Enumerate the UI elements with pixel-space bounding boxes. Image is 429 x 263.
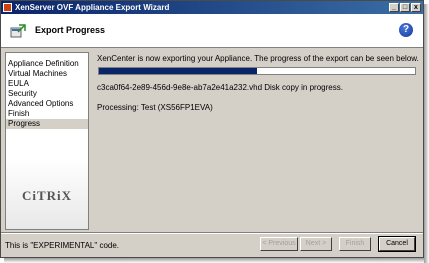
- step-virtual-machines: Virtual Machines: [8, 69, 67, 78]
- window-shadow-right: [424, 4, 429, 263]
- step-advanced-options: Advanced Options: [8, 99, 74, 108]
- wizard-steps-sidebar: Appliance Definition Virtual Machines EU…: [5, 52, 89, 230]
- progress-panel: XenCenter is now exporting your Applianc…: [97, 54, 419, 229]
- close-button[interactable]: x: [411, 3, 421, 12]
- footer-separator: [1, 232, 423, 234]
- step-security: Security: [8, 89, 37, 98]
- window-title: XenServer OVF Appliance Export Wizard: [15, 3, 170, 12]
- maximize-button[interactable]: □: [400, 3, 410, 12]
- status-text: c3ca0f64-2e89-456d-9e8e-ab7a2e41a232.vhd…: [97, 83, 343, 92]
- app-icon: [3, 3, 12, 12]
- citrix-logo: CiTRiX: [21, 188, 73, 203]
- wizard-window: XenServer OVF Appliance Export Wizard _ …: [0, 0, 424, 258]
- step-progress: Progress: [6, 119, 88, 129]
- next-button[interactable]: Next >: [300, 237, 332, 251]
- previous-button[interactable]: < Previous: [260, 237, 298, 251]
- window-shadow-bottom: [4, 258, 424, 263]
- export-progress-bar: [98, 67, 416, 75]
- wizard-header: Export Progress ?: [1, 14, 423, 48]
- intro-text: XenCenter is now exporting your Applianc…: [97, 54, 419, 63]
- experimental-note: This is "EXPERIMENTAL" code.: [5, 241, 120, 250]
- title-bar[interactable]: XenServer OVF Appliance Export Wizard _ …: [1, 1, 423, 14]
- progress-bar-fill: [99, 68, 257, 74]
- step-finish: Finish: [8, 109, 30, 118]
- step-appliance-definition: Appliance Definition: [8, 59, 79, 68]
- processing-text: Processing: Test (XS56FP1EVA): [97, 103, 213, 112]
- help-icon[interactable]: ?: [399, 23, 413, 37]
- minimize-button[interactable]: _: [389, 3, 399, 12]
- page-title: Export Progress: [35, 25, 106, 35]
- export-icon: [10, 24, 26, 38]
- finish-button[interactable]: Finish: [339, 237, 371, 251]
- step-eula: EULA: [8, 79, 29, 88]
- cancel-button[interactable]: Cancel: [378, 236, 416, 252]
- window-controls: _ □ x: [389, 3, 421, 12]
